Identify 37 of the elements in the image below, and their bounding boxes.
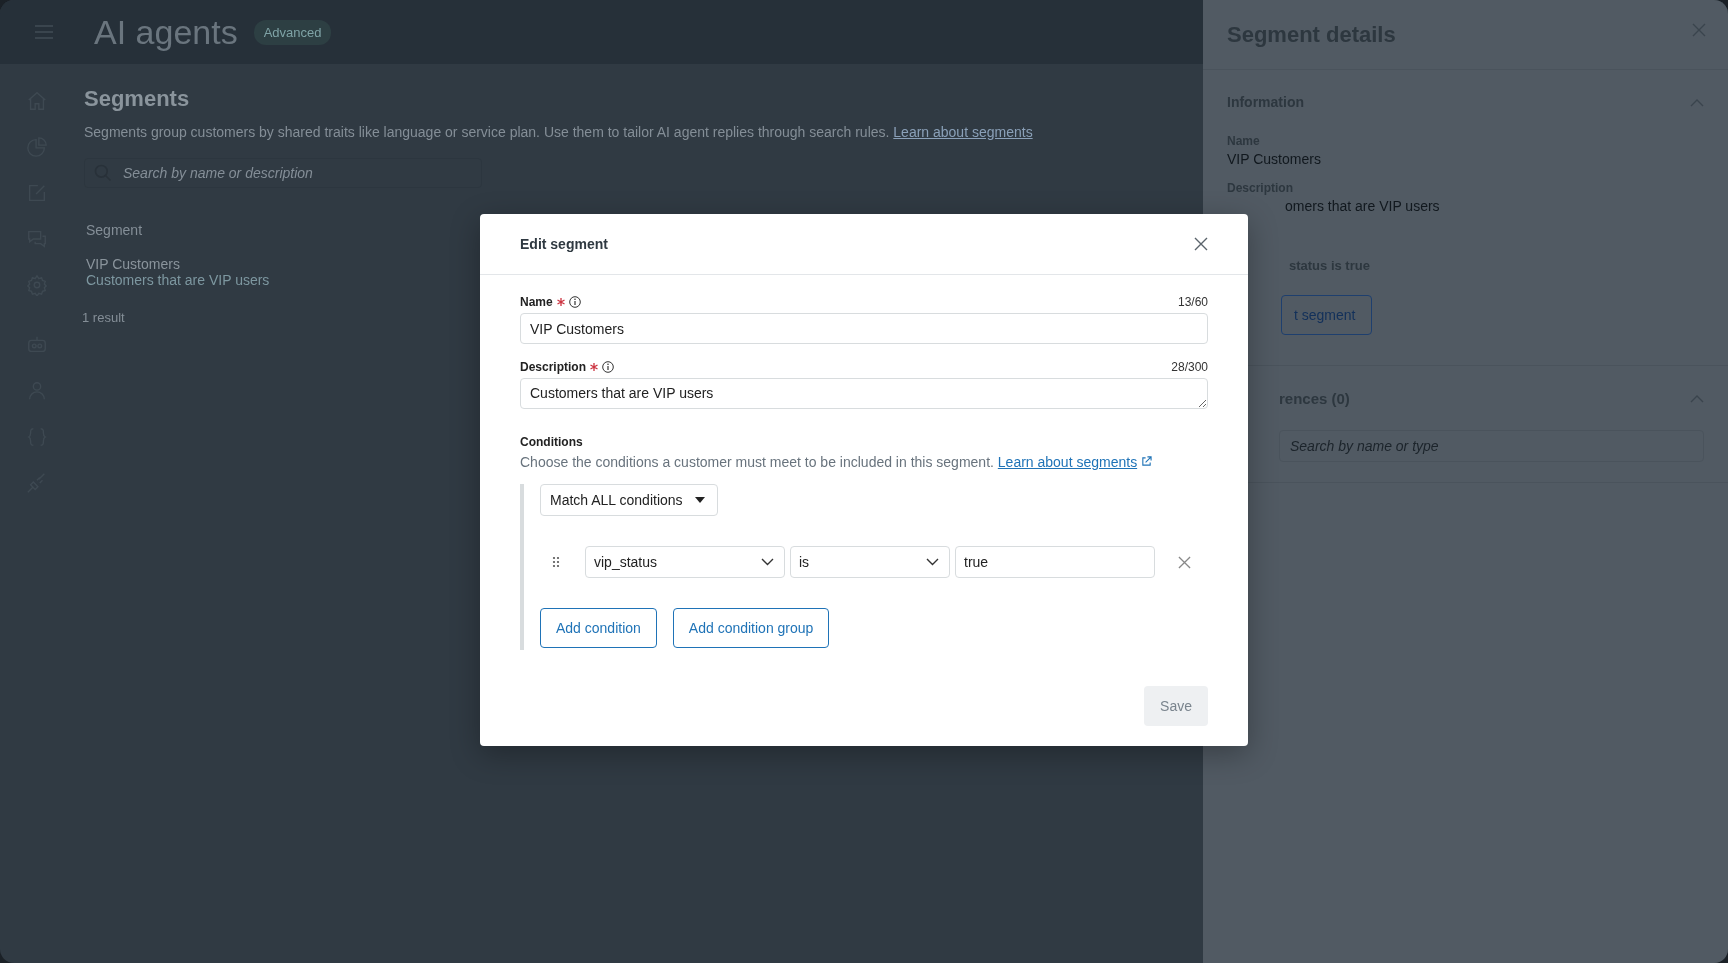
section-title: Conditions [520,435,584,449]
operator-select[interactable]: is [790,546,950,578]
add-group-button[interactable]: Add condition group [672,608,830,648]
learn-more-link[interactable]: Learn about segments [997,454,1153,470]
learn-more-link[interactable]: Learn about segments [893,124,1033,140]
chevron-down-icon [926,558,939,566]
character-counter: 28/300 [1171,360,1208,374]
add-condition-button[interactable]: Add condition [540,608,657,648]
external-link-icon [1141,456,1153,467]
segment-name[interactable]: VIP Customers [86,256,270,272]
field-value: omers that are VIP users [1285,198,1441,214]
close-icon[interactable] [1194,237,1208,251]
result-count: 1 result [82,310,125,325]
column-header: Segment [86,222,143,238]
field-select[interactable]: vip_status [585,546,785,578]
chevron-down-icon [761,558,774,566]
character-counter: 13/60 [1177,295,1208,309]
segment-description: Customers that are VIP users [86,272,270,288]
drag-handle-icon[interactable] [552,556,560,568]
plan-badge: Advanced [253,19,332,45]
match-dropdown[interactable]: Match ALL conditions [540,484,718,516]
page-title: Segments [84,86,190,112]
dialog-title: Edit segment [520,236,608,252]
description-input[interactable]: Customers that are VIP users [520,378,1208,409]
info-icon[interactable] [568,296,581,308]
conditions-help-text: Choose the conditions a customer must meet to be included in this segment. Learn about segments [520,454,1208,470]
remove-icon[interactable] [1178,555,1191,569]
field-label: Name [520,295,553,309]
name-input[interactable]: VIP Customers [520,313,1208,344]
field-value: VIP Customers [1227,151,1322,167]
search-field[interactable]: Search by name or description [84,158,482,188]
info-icon[interactable] [602,361,614,373]
value-input[interactable]: true [955,546,1155,578]
field-label: Description [520,360,586,374]
page-description: Segments group customers by shared traits like language or service plan. Use them to tailor AI agent replies through search rules. Learn about segments [84,124,1033,140]
caret-icon [694,497,705,503]
app-title: AI agents [94,12,238,52]
